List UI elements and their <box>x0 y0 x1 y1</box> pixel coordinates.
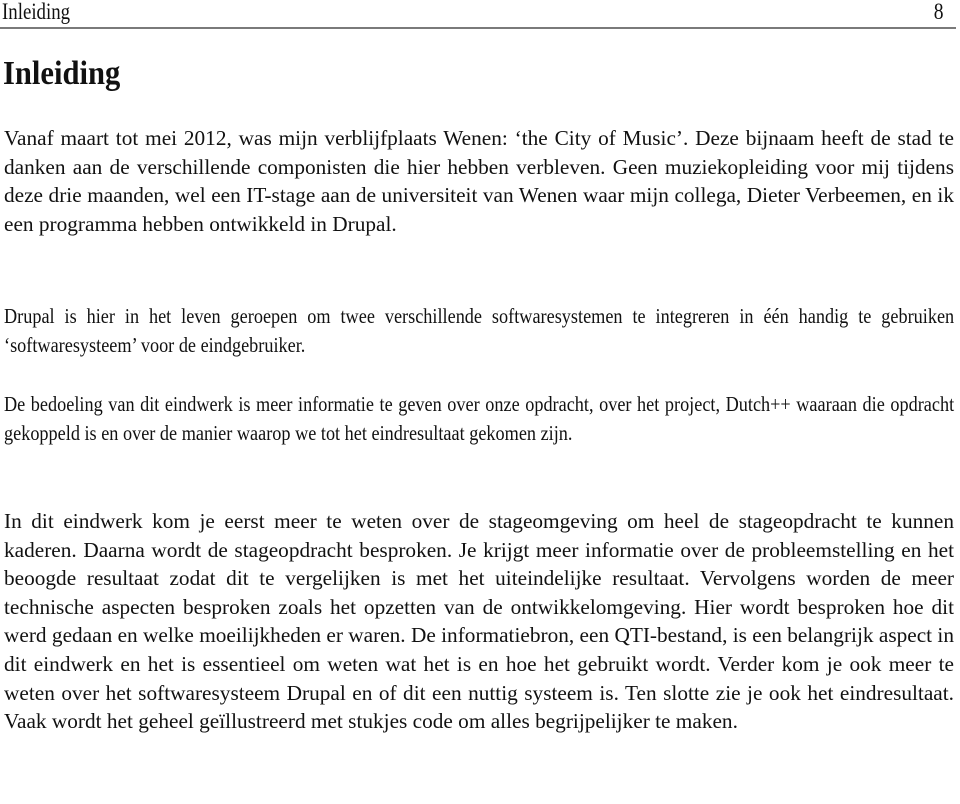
paragraph-purpose: De bedoeling van dit eindwerk is meer in… <box>4 392 955 445</box>
paragraph-drupal: Drupal is hier in het leven geroepen om … <box>4 304 955 357</box>
paragraph-intro: Vanaf maart tot mei 2012, was mijn verbl… <box>4 126 954 236</box>
page-header: Inleiding 8 <box>0 0 956 29</box>
running-title: Inleiding <box>2 0 71 24</box>
page-number: 8 <box>933 0 943 24</box>
chapter-title: Inleiding <box>3 55 121 92</box>
paragraph-outline: In dit eindwerk kom je eerst meer te wet… <box>4 509 954 734</box>
